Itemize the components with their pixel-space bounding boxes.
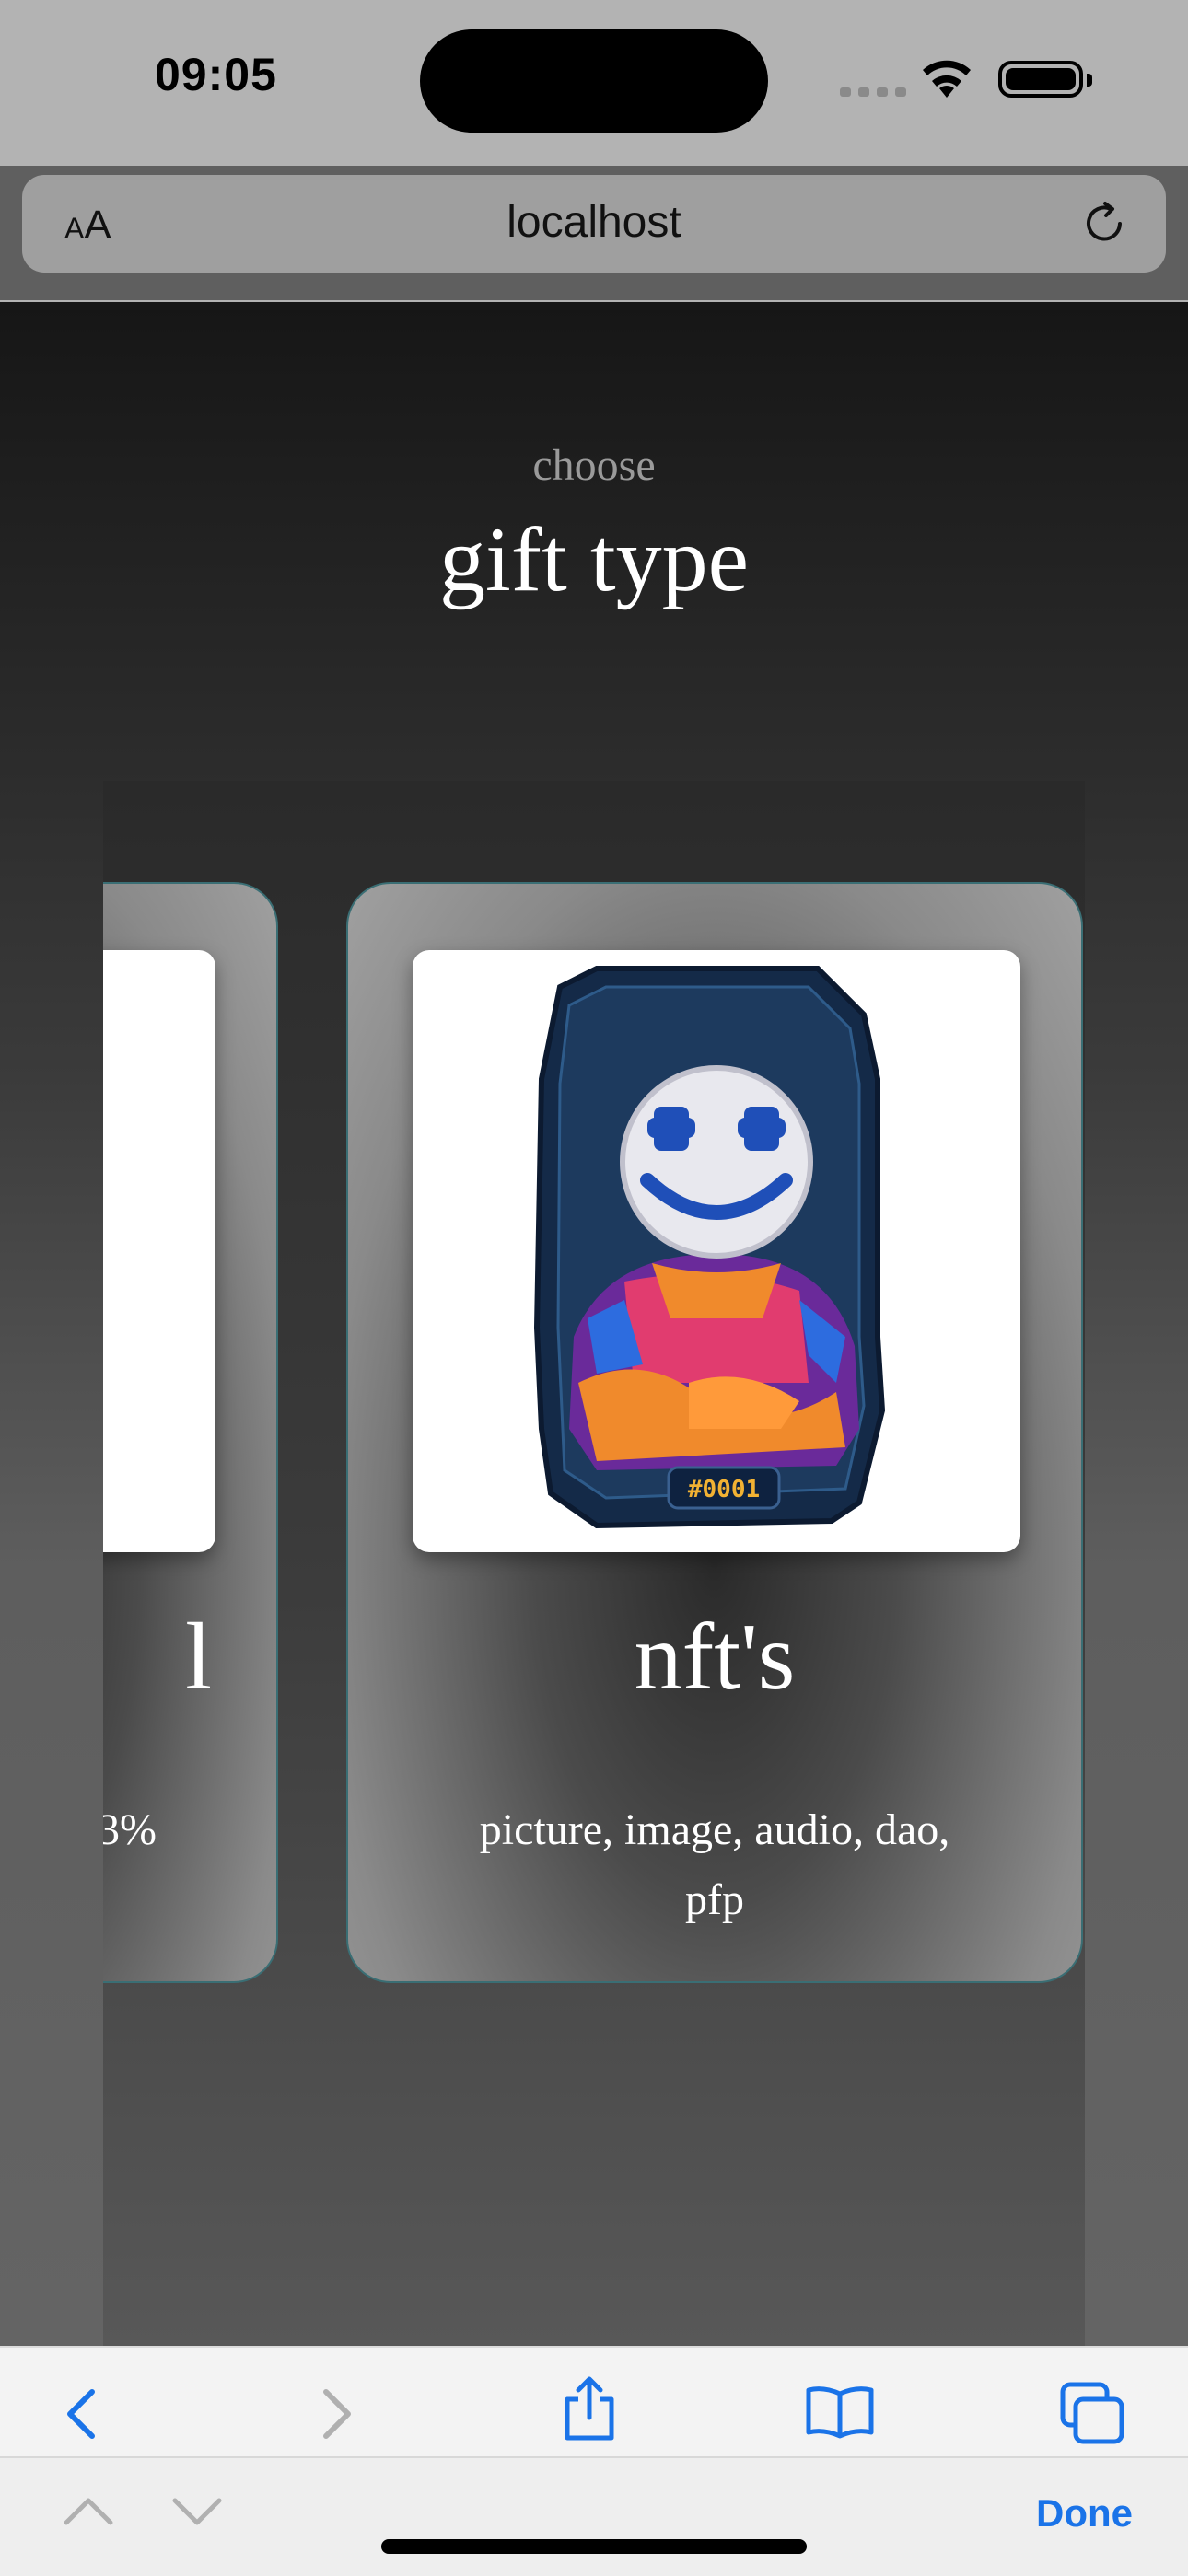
gift-card-nfts[interactable]: #0001 nft's picture, image, audio, dao, … <box>346 882 1083 1983</box>
nft-illustration: #0001 <box>413 950 1020 1552</box>
gift-card-description: 3% <box>103 1805 157 1854</box>
web-page: choose gift type l 3% #0001 nft's pictur… <box>0 302 1188 2403</box>
forward-icon[interactable] <box>317 2386 357 2446</box>
tabs-icon[interactable] <box>1059 2381 1125 2450</box>
address-bar[interactable]: AA localhost <box>22 175 1166 273</box>
battery-icon <box>998 61 1092 98</box>
gift-card-title: nft's <box>634 1604 796 1710</box>
gift-card-description: picture, image, audio, dao, pfp <box>479 1805 950 1924</box>
wifi-icon <box>919 57 974 104</box>
chevron-up-icon[interactable] <box>61 2493 116 2535</box>
page-eyebrow: choose <box>532 441 656 490</box>
gift-type-carousel[interactable]: l 3% #0001 nft's picture, image, audio, … <box>103 781 1085 2403</box>
bookmarks-icon[interactable] <box>805 2385 875 2444</box>
browser-toolbar <box>0 2346 1188 2458</box>
dynamic-island <box>420 29 768 133</box>
chevron-down-icon[interactable] <box>169 2493 225 2535</box>
home-indicator <box>381 2539 807 2554</box>
share-icon[interactable] <box>560 2375 619 2446</box>
cellular-signal-icon <box>840 85 914 101</box>
find-bar: Done <box>0 2456 1188 2576</box>
reload-icon[interactable] <box>1079 199 1129 253</box>
gift-card-previous[interactable]: l 3% <box>103 882 278 1983</box>
gift-card-image <box>103 950 215 1552</box>
back-icon[interactable] <box>61 2386 101 2446</box>
status-bar: 09:05 <box>0 0 1188 166</box>
status-time: 09:05 <box>155 49 277 100</box>
done-button[interactable]: Done <box>1036 2491 1133 2535</box>
page-title: gift type <box>438 508 750 610</box>
nft-badge-text: #0001 <box>688 1476 760 1503</box>
url-text[interactable]: localhost <box>22 197 1166 248</box>
gift-card-title: l <box>185 1604 212 1710</box>
